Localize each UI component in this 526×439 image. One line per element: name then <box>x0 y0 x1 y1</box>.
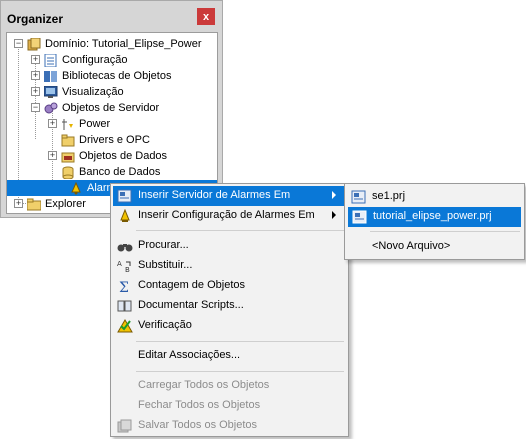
database-icon <box>61 166 75 179</box>
drivers-icon <box>61 134 75 147</box>
menu-item-label: tutorial_elipse_power.prj <box>373 210 492 222</box>
menu-item-label: Carregar Todos os Objetos <box>138 379 270 391</box>
menu-item-insert-alarm-config[interactable]: Inserir Configuração de Alarmes Em <box>113 206 346 226</box>
tree-item-label: Visualização <box>62 86 124 98</box>
folder-icon <box>26 198 42 211</box>
menu-item-label: Procurar... <box>138 239 189 251</box>
library-icon <box>44 70 58 83</box>
tree-item-database[interactable]: Banco de Dados <box>61 164 160 180</box>
context-menu: Inserir Servidor de Alarmes Em Inserir C… <box>110 183 349 437</box>
menu-item-save-all[interactable]: Salvar Todos os Objetos <box>113 416 346 436</box>
menu-separator <box>136 341 344 342</box>
document-scripts-icon <box>117 299 133 313</box>
project-icon <box>352 210 368 224</box>
tree-item-domain[interactable]: Domínio: Tutorial_Elipse_Power <box>27 36 202 52</box>
alarms-icon <box>69 181 83 195</box>
menu-item-label: Documentar Scripts... <box>138 299 244 311</box>
menu-item-load-all[interactable]: Carregar Todos os Objetos <box>113 376 346 396</box>
tree-item-label: Objetos de Servidor <box>62 102 160 114</box>
submenu-arrow-icon <box>332 191 336 199</box>
collapse-toggle-server-objects[interactable]: − <box>31 103 40 112</box>
visualization-icon <box>43 85 58 99</box>
submenu-item-se1[interactable]: se1.prj <box>347 187 522 207</box>
menu-item-label: Editar Associações... <box>138 349 241 361</box>
menu-item-label: Substituir... <box>138 259 193 271</box>
submenu-projects: se1.prj tutorial_elipse_power.prj <Novo … <box>344 183 525 260</box>
menu-separator <box>136 371 344 372</box>
menu-item-insert-alarm-server[interactable]: Inserir Servidor de Alarmes Em <box>113 186 346 206</box>
tree-item-label: Configuração <box>62 54 128 66</box>
tree-item-label: Drivers e OPC <box>79 134 150 146</box>
expand-toggle-explorer[interactable]: + <box>14 199 23 208</box>
submenu-item-new-file[interactable]: <Novo Arquivo> <box>347 237 522 257</box>
expand-toggle-data-objects[interactable]: + <box>48 151 57 160</box>
tree-item-config[interactable]: Configuração <box>44 52 127 68</box>
menu-item-label: se1.prj <box>372 190 406 202</box>
tree-item-label: Bibliotecas de Objetos <box>62 70 172 82</box>
menu-item-label: Fechar Todos os Objetos <box>138 399 261 411</box>
domain-icon <box>27 37 41 51</box>
tree-item-data-objects[interactable]: Objetos de Dados <box>61 148 167 164</box>
expand-toggle-config[interactable]: + <box>31 55 40 64</box>
project-icon <box>351 190 367 204</box>
menu-item-verification[interactable]: Verificação <box>113 316 346 336</box>
menu-item-replace[interactable]: AB Substituir... <box>113 256 346 276</box>
config-icon <box>44 53 58 67</box>
expand-toggle-visualization[interactable]: + <box>31 87 40 96</box>
svg-text:Σ: Σ <box>119 280 129 293</box>
power-icon <box>61 118 75 131</box>
replace-icon: AB <box>117 259 133 274</box>
check-icon <box>117 319 133 333</box>
tree-item-visualization[interactable]: Visualização <box>43 84 124 100</box>
data-objects-icon <box>61 150 75 163</box>
menu-item-label: <Novo Arquivo> <box>372 240 451 252</box>
tree-item-library[interactable]: Bibliotecas de Objetos <box>44 68 171 84</box>
menu-separator <box>136 230 344 231</box>
submenu-arrow-icon <box>332 211 336 219</box>
svg-text:B: B <box>125 266 130 273</box>
menu-item-label: Verificação <box>138 319 192 331</box>
tree-item-drivers[interactable]: Drivers e OPC <box>61 132 150 148</box>
menu-separator <box>370 231 520 232</box>
menu-item-label: Contagem de Objetos <box>138 279 246 291</box>
organizer-title: Organizer <box>7 12 64 26</box>
tree-item-label: Explorer <box>45 198 86 210</box>
binoculars-icon <box>117 239 133 253</box>
tree-item-server-objects[interactable]: Objetos de Servidor <box>44 100 159 116</box>
alarm-config-icon <box>117 208 133 223</box>
menu-item-search[interactable]: Procurar... <box>113 236 346 256</box>
close-button[interactable]: x <box>197 8 215 25</box>
tree-item-label: Banco de Dados <box>79 166 161 178</box>
collapse-toggle-domain[interactable]: − <box>14 39 23 48</box>
menu-item-object-count[interactable]: Σ Contagem de Objetos <box>113 276 346 296</box>
tree-item-label: Power <box>79 118 111 130</box>
tree-item-power[interactable]: Power <box>61 116 110 132</box>
tree-item-label: Objetos de Dados <box>79 150 168 162</box>
save-all-icon <box>117 419 133 433</box>
menu-item-document-scripts[interactable]: Documentar Scripts... <box>113 296 346 316</box>
expand-toggle-library[interactable]: + <box>31 71 40 80</box>
insert-server-icon <box>117 189 133 203</box>
menu-item-label: Inserir Servidor de Alarmes Em <box>138 189 291 201</box>
gears-icon <box>44 102 58 115</box>
menu-item-close-all[interactable]: Fechar Todos os Objetos <box>113 396 346 416</box>
submenu-item-tutorial[interactable]: tutorial_elipse_power.prj <box>348 207 521 227</box>
menu-item-label: Salvar Todos os Objetos <box>138 419 258 431</box>
tree-item-explorer[interactable]: Explorer <box>26 196 86 212</box>
expand-toggle-power[interactable]: + <box>48 119 57 128</box>
tree-item-label: Domínio: Tutorial_Elipse_Power <box>45 38 202 50</box>
svg-text:A: A <box>117 260 122 268</box>
sigma-icon: Σ <box>117 279 133 296</box>
menu-item-edit-associations[interactable]: Editar Associações... <box>113 346 346 366</box>
menu-item-label: Inserir Configuração de Alarmes Em <box>138 209 315 221</box>
